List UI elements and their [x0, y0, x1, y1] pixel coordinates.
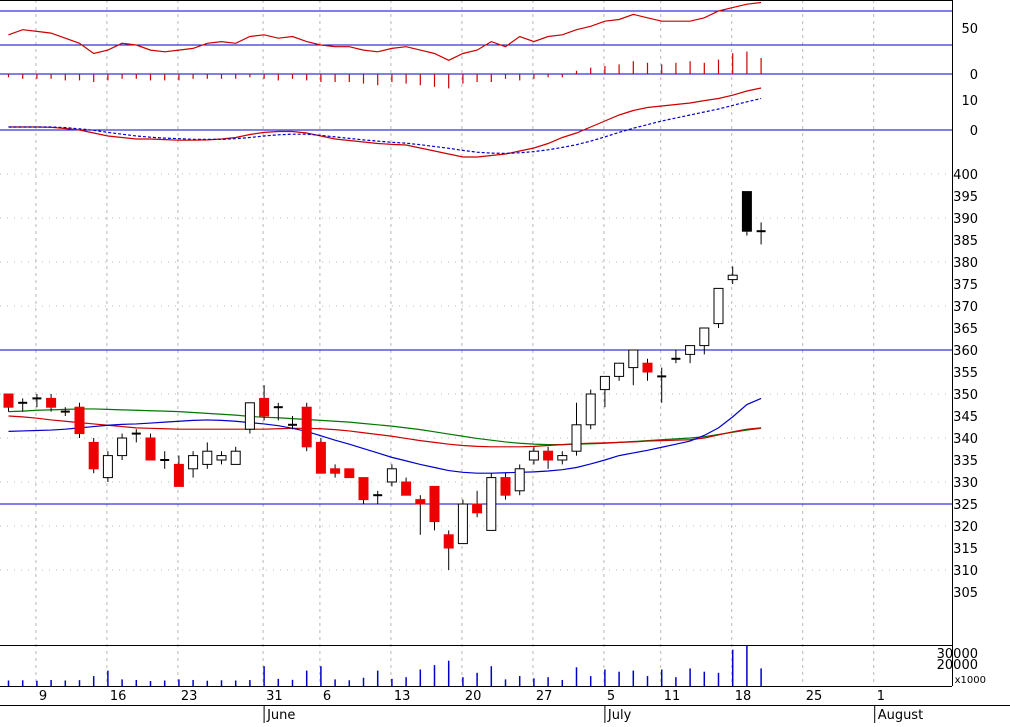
price-tick-label: 345	[953, 410, 978, 425]
volume-panel	[7, 645, 762, 686]
date-tick-label: 23	[181, 689, 198, 704]
price-tick-label: 385	[953, 234, 978, 249]
price-tick-label: 375	[953, 278, 978, 293]
price-tick-label: 325	[953, 498, 978, 513]
candle-body	[202, 450, 213, 465]
candle-body	[500, 477, 511, 496]
price-tick-label: 350	[953, 388, 978, 403]
grid-lines	[0, 0, 952, 686]
candle-body	[230, 450, 241, 465]
price-tick-label: 310	[953, 564, 978, 579]
oscillator-top-panel	[0, 1, 952, 61]
chart-canvas: 5001003053103153203253303353403453503553…	[0, 0, 1010, 723]
candle-body	[429, 485, 440, 523]
candle-body	[571, 424, 582, 452]
price-tick-label: 335	[953, 454, 978, 469]
candle-body	[415, 499, 426, 505]
volume-tick-label: 30000	[937, 647, 978, 662]
candle-body	[145, 437, 156, 461]
osc-bottom-tick-label: 0	[970, 124, 978, 139]
candle-body	[443, 534, 454, 549]
candle-body	[585, 393, 596, 426]
candle-body	[713, 287, 724, 325]
osc-top-tick-label: 50	[961, 22, 978, 37]
candle-body	[599, 375, 610, 391]
candle-body	[344, 468, 355, 479]
candle-body	[188, 455, 199, 470]
osc-mid-tick-label: 0	[970, 68, 978, 83]
candle-body	[642, 362, 653, 373]
price-tick-label: 340	[953, 432, 978, 447]
date-tick-label: 25	[806, 689, 823, 704]
candle-body	[727, 274, 738, 281]
candle-body	[74, 406, 85, 435]
candle-body	[358, 477, 369, 501]
price-tick-label: 360	[953, 344, 978, 359]
candle-body	[557, 455, 568, 461]
month-label: August	[878, 708, 924, 723]
osc-bottom-tick-label: 10	[961, 94, 978, 109]
date-tick-label: 11	[664, 689, 681, 704]
price-tick-label: 320	[953, 520, 978, 535]
price-tick-label: 395	[953, 190, 978, 205]
date-tick-label: 16	[110, 689, 127, 704]
price-tick-label: 315	[953, 542, 978, 557]
candle-body	[88, 441, 99, 470]
date-tick-label: 31	[266, 689, 283, 704]
candle-body	[457, 503, 468, 545]
candle-body	[102, 455, 113, 479]
oscillator-lines-panel	[0, 87, 952, 158]
date-tick-label: 18	[735, 689, 752, 704]
candle-body	[472, 503, 483, 514]
osc-signal-line	[8, 97, 762, 155]
candle-body	[741, 191, 752, 232]
date-tick-label: 5	[607, 689, 615, 704]
date-tick-label: 27	[536, 689, 553, 704]
price-tick-label: 365	[953, 322, 978, 337]
candle-body	[614, 362, 625, 377]
date-tick-label: 1	[877, 689, 885, 704]
candle-body	[3, 393, 14, 408]
panel-frames	[0, 0, 1010, 706]
candle-body	[486, 477, 497, 531]
date-tick-label: 9	[39, 689, 47, 704]
candle-body	[259, 397, 270, 417]
candle-body	[216, 455, 227, 461]
oscillator-histogram-panel	[0, 51, 952, 89]
candle-body	[685, 345, 696, 355]
candle-body	[514, 468, 525, 492]
candle-body	[528, 450, 539, 461]
candle-body	[301, 406, 312, 448]
candle-body	[401, 481, 412, 496]
stock-chart: 50 0 10 0 305 310 315 320 325 330 335 340 345 350 355 3…	[0, 0, 1010, 723]
month-label: June	[266, 708, 295, 723]
candle-body	[628, 349, 639, 369]
osc-main-line	[8, 87, 762, 158]
volume-unit-label: x1000	[955, 675, 986, 686]
candle-body	[315, 441, 326, 474]
price-tick-label: 390	[953, 212, 978, 227]
candle-body	[386, 468, 397, 483]
date-tick-label: 13	[394, 689, 411, 704]
price-tick-label: 305	[953, 586, 978, 601]
price-tick-label: 355	[953, 366, 978, 381]
price-tick-label: 400	[953, 168, 978, 183]
month-label: July	[607, 708, 632, 723]
candle-body	[244, 402, 255, 430]
candle-body	[543, 450, 554, 461]
axis-labels: 5001003053103153203253303353403453503553…	[39, 22, 986, 723]
price-tick-label: 380	[953, 256, 978, 271]
date-tick-label: 6	[323, 689, 331, 704]
candle-body	[173, 463, 184, 487]
candle-body	[46, 397, 57, 408]
price-panel	[0, 191, 952, 570]
date-tick-label: 20	[465, 689, 482, 704]
candle-body	[330, 468, 341, 474]
candle-body	[699, 327, 710, 347]
price-tick-label: 330	[953, 476, 978, 491]
candle-body	[117, 437, 128, 457]
price-tick-label: 370	[953, 300, 978, 315]
